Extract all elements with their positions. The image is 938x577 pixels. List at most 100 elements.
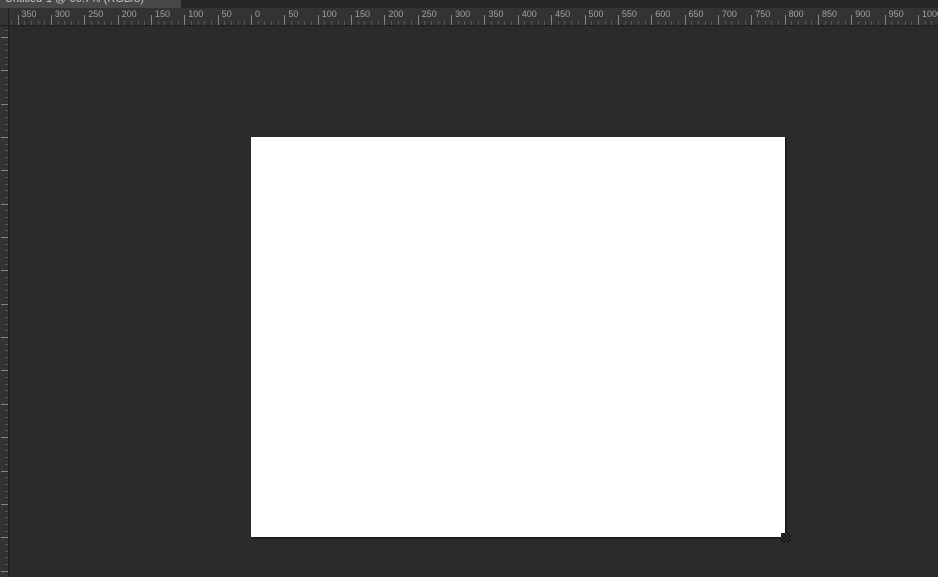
ruler-tick (351, 15, 353, 25)
document-tab[interactable]: Untitled-1 @ 66.7% (RGB/8) (0, 0, 181, 8)
ruler-tick (811, 21, 813, 25)
ruler-tick (5, 143, 8, 145)
ruler-tick (764, 21, 766, 25)
ruler-label: 150 (154, 9, 170, 19)
ruler-tick (5, 183, 8, 185)
ruler-tick (264, 21, 266, 25)
ruler-tick (804, 21, 806, 25)
ruler-tick (384, 15, 386, 25)
ruler-tick (184, 15, 186, 25)
ruler-tick (631, 21, 633, 25)
ruler-tick (5, 110, 8, 112)
ruler-tick (397, 21, 399, 25)
ruler-tick (84, 15, 86, 25)
ruler-tick (244, 21, 246, 25)
ruler-label: 250 (88, 9, 104, 19)
ruler-tick (5, 116, 8, 118)
ruler-tick (124, 21, 126, 25)
ruler-tick (424, 21, 426, 25)
ruler-label: 150 (355, 9, 371, 19)
ruler-tick (677, 21, 679, 25)
ruler-tick (5, 150, 8, 152)
ruler-tick (5, 557, 8, 559)
document-tab-title: Untitled-1 @ 66.7% (RGB/8) (5, 0, 144, 6)
ruler-tick (871, 21, 873, 25)
document-canvas[interactable] (251, 137, 785, 537)
ruler-tick (5, 563, 8, 565)
ruler-tick (671, 21, 673, 25)
ruler-tick (251, 15, 252, 25)
ruler-tick (837, 21, 839, 25)
ruler-tick (317, 15, 319, 25)
ruler-tick (751, 15, 753, 25)
ruler-tick (844, 21, 846, 25)
ruler-tick (5, 190, 8, 192)
ruler-tick (604, 21, 606, 25)
ruler-tick (391, 21, 393, 25)
ruler-tick (404, 21, 406, 25)
ruler-tick (5, 83, 8, 85)
ruler-tick (130, 21, 132, 25)
ruler-tick (5, 530, 8, 532)
ruler-tick (57, 21, 59, 25)
vertical-ruler[interactable] (0, 26, 9, 577)
ruler-tick (164, 21, 166, 25)
ruler-tick (5, 463, 8, 465)
ruler-label: 300 (54, 9, 70, 19)
ruler-tick (904, 21, 906, 25)
ruler-tick (5, 157, 8, 158)
ruler-tick (30, 21, 32, 25)
ruler-tick (577, 21, 579, 25)
ruler-tick (657, 21, 659, 25)
ruler-origin-corner[interactable] (0, 8, 9, 26)
ruler-tick (64, 21, 66, 25)
ruler-tick (5, 417, 8, 419)
ruler-tick (5, 377, 8, 379)
ruler-tick (1, 570, 8, 572)
ruler-tick (1, 237, 8, 239)
ruler-tick (10, 21, 12, 25)
ruler-tick (1, 370, 8, 372)
ruler-tick (731, 21, 733, 25)
ruler-tick (924, 21, 926, 25)
ruler-tick (5, 63, 8, 65)
ruler-tick (771, 21, 773, 25)
ruler-tick (297, 21, 299, 25)
ruler-tick (551, 15, 553, 25)
ruler-tick (311, 21, 313, 25)
ruler-tick (5, 43, 8, 45)
ruler-tick (531, 21, 533, 25)
ruler-tick (1, 270, 8, 272)
ruler-tick (651, 15, 653, 25)
ruler-tick (1, 403, 8, 405)
ruler-tick (664, 21, 666, 25)
ruler-tick (704, 21, 706, 25)
ruler-tick (884, 15, 886, 25)
ruler-tick (444, 21, 446, 25)
ruler-tick (344, 21, 346, 25)
ruler-tick (224, 21, 226, 25)
horizontal-ruler[interactable]: 350 300 250 200 150 100 50 0 50 100 150 200 250 300 35… (0, 8, 938, 26)
ruler-tick (5, 76, 8, 78)
ruler-tick (504, 21, 506, 25)
ruler-tick (5, 357, 8, 359)
ruler-tick (97, 21, 99, 25)
ruler-tick (1, 503, 8, 505)
ruler-label: 50 (288, 9, 299, 19)
ruler-tick (5, 363, 8, 365)
ruler-tick (571, 21, 573, 25)
ruler-tick (437, 21, 439, 25)
ruler-tick (5, 297, 8, 299)
ruler-tick (864, 21, 866, 25)
ruler-tick (1, 170, 8, 172)
ruler-label: 450 (555, 9, 571, 19)
ruler-tick (144, 21, 146, 25)
ruler-tick (5, 317, 8, 319)
ruler-tick (5, 230, 8, 232)
ruler-label: 500 (588, 9, 604, 19)
ruler-tick (637, 21, 639, 25)
ruler-tick (204, 21, 206, 25)
ruler-tick (5, 263, 8, 265)
ruler-tick (190, 21, 192, 25)
ruler-tick (537, 21, 539, 25)
